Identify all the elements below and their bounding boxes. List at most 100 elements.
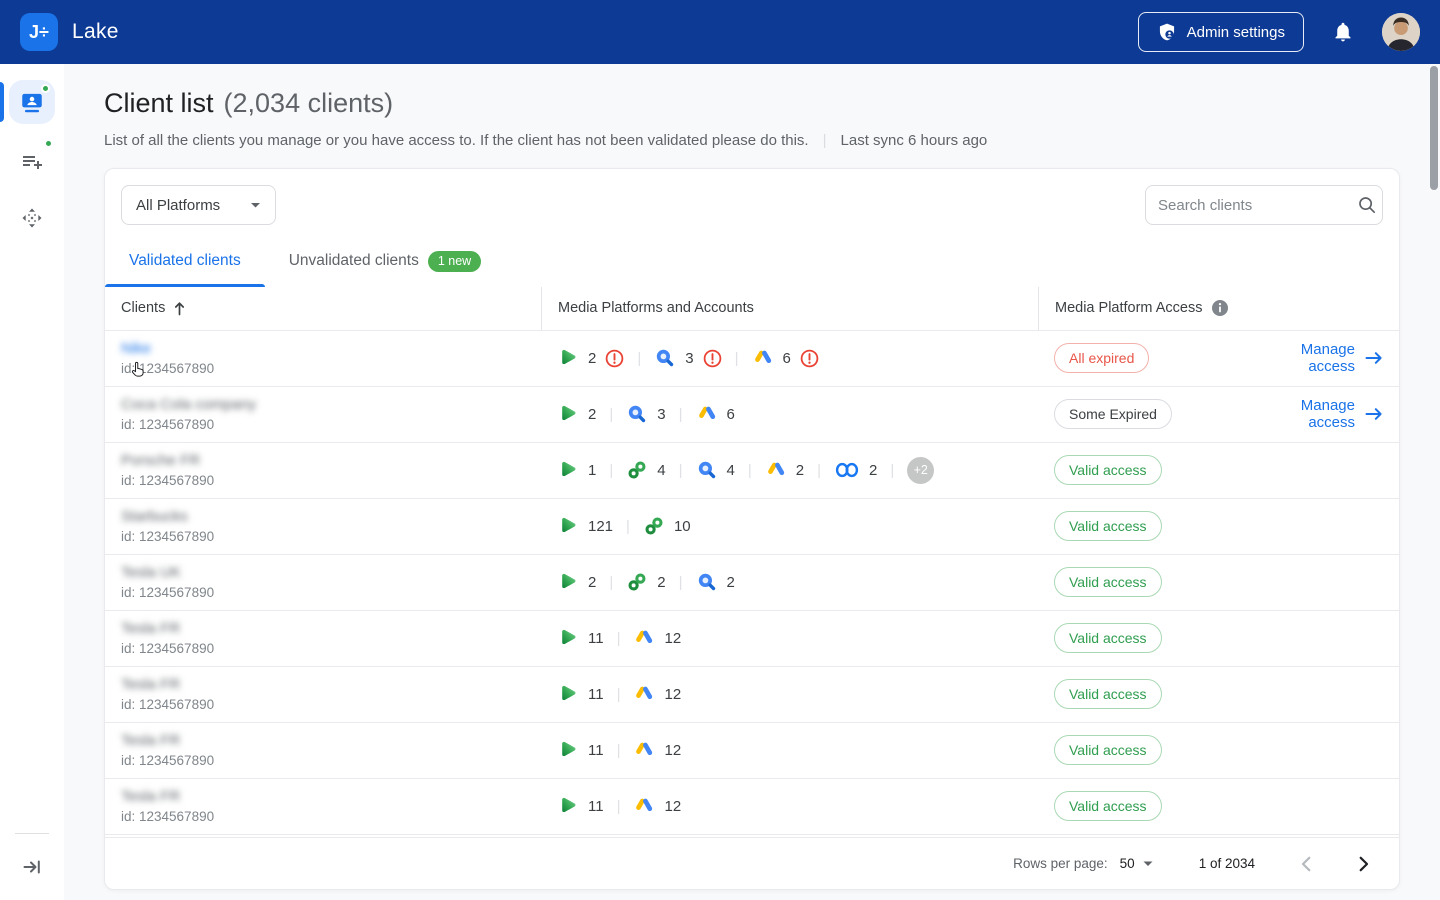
user-avatar[interactable] — [1382, 13, 1420, 51]
platforms-cell: 1|4|4|2|2|+2 — [541, 457, 1038, 484]
separator: | — [617, 798, 621, 815]
manage-access-link[interactable]: Manage access — [1264, 397, 1383, 431]
admin-settings-button[interactable]: Admin settings — [1138, 12, 1304, 52]
warning-icon — [800, 349, 819, 368]
table-row: Nikeid: 12345678902|3|6All expiredManage… — [105, 331, 1399, 387]
client-id: id: 1234567890 — [121, 417, 541, 432]
client-name-link[interactable]: Starbucks — [121, 508, 188, 525]
separator: | — [735, 350, 739, 367]
manage-access-label: Manage access — [1264, 341, 1355, 375]
warning-icon — [703, 349, 722, 368]
next-page-button[interactable] — [1359, 856, 1369, 872]
manage-access-link[interactable]: Manage access — [1264, 341, 1383, 375]
platform-group: 2 — [626, 571, 665, 593]
platforms-cell: 2|2|2 — [541, 571, 1038, 593]
client-name-link[interactable]: Tesla FR — [121, 676, 180, 693]
access-cell: Valid access — [1038, 791, 1264, 821]
tab-unvalidated-clients[interactable]: Unvalidated clients 1 new — [265, 237, 505, 287]
rows-per-page-label: Rows per page: — [1013, 856, 1108, 871]
client-cell: Starbucks id: 1234567890 — [121, 508, 541, 544]
client-name-link[interactable]: Tesla FR — [121, 788, 180, 805]
more-platforms-badge[interactable]: +2 — [907, 457, 934, 484]
brand-home-link[interactable]: J÷ Lake — [20, 13, 119, 51]
client-cell: Coca Cola company id: 1234567890 — [121, 396, 541, 432]
rows-per-page-value: 50 — [1120, 856, 1135, 871]
platforms-cell: 11|12 — [541, 739, 1038, 761]
client-id: id: 1234567890 — [121, 697, 541, 712]
app-name: Lake — [72, 20, 119, 44]
client-name-link[interactable]: Porsche FR — [121, 452, 200, 469]
account-count: 4 — [727, 462, 735, 479]
platform-group: 11 — [557, 627, 604, 649]
platforms-cell: 11|12 — [541, 683, 1038, 705]
rows-per-page-select[interactable]: 50 — [1120, 856, 1153, 871]
tab-label: Validated clients — [129, 252, 241, 270]
warning-icon — [605, 349, 624, 368]
sidebar-item-add-list[interactable] — [9, 138, 55, 182]
sidebar-item-move[interactable] — [9, 196, 55, 240]
client-cell: Tesla FRid: 1234567890 — [121, 620, 541, 656]
account-count: 121 — [588, 518, 613, 535]
platform-filter-value: All Platforms — [136, 197, 220, 214]
separator: | — [609, 462, 613, 479]
cm360-icon — [643, 515, 665, 537]
account-count: 11 — [588, 798, 604, 815]
table-body: Nike id: 1234567890 2 | 3 | 6 All expired Manage… — [105, 331, 1399, 835]
account-count: 6 — [727, 406, 735, 423]
platforms-cell: 11|12 — [541, 627, 1038, 649]
client-name-link[interactable]: Tesla FR — [121, 732, 180, 749]
table-row: Tesla FRid: 123456789011|12Valid access — [105, 611, 1399, 667]
arrow-right-icon — [1365, 351, 1383, 365]
notifications-bell-icon[interactable] — [1332, 21, 1354, 43]
last-sync-status: Last sync 6 hours ago — [841, 132, 988, 149]
notification-dot — [41, 84, 50, 93]
account-count: 12 — [664, 630, 681, 647]
separator: | — [637, 350, 641, 367]
account-count: 10 — [674, 518, 691, 535]
info-icon[interactable] — [1211, 299, 1229, 317]
scrollbar-thumb[interactable] — [1430, 66, 1438, 190]
account-count: 2 — [796, 462, 804, 479]
tab-validated-clients[interactable]: Validated clients — [105, 237, 265, 287]
separator: | — [890, 462, 894, 479]
client-name-link[interactable]: Tesla UK — [121, 564, 181, 581]
account-count: 11 — [588, 742, 604, 759]
sidebar-item-clients[interactable] — [9, 80, 55, 124]
client-count: (2,034 clients) — [224, 88, 394, 119]
account-count: 12 — [664, 742, 681, 759]
client-id: id: 1234567890 — [121, 473, 541, 488]
platform-filter-select[interactable]: All Platforms — [121, 185, 276, 225]
account-count: 12 — [664, 686, 681, 703]
client-id: id: 1234567890 — [121, 529, 541, 544]
column-label: Clients — [121, 300, 165, 316]
search-input[interactable] — [1158, 197, 1357, 214]
table-footer: Rows per page: 50 1 of 2034 — [105, 837, 1399, 889]
account-count: 2 — [869, 462, 877, 479]
account-count: 3 — [657, 406, 665, 423]
access-status-badge: Valid access — [1054, 511, 1162, 541]
column-clients-sort[interactable]: Clients — [121, 300, 186, 316]
table-row: Tesla UKid: 12345678902|2|2Valid access — [105, 555, 1399, 611]
platform-group: 2 — [834, 461, 877, 479]
client-cell: Tesla UKid: 1234567890 — [121, 564, 541, 600]
account-count: 11 — [588, 686, 604, 703]
dv360-icon — [557, 571, 579, 593]
platforms-cell: 11|12 — [541, 795, 1038, 817]
tab-label: Unvalidated clients — [289, 252, 419, 270]
client-name-link[interactable]: Coca Cola company — [121, 396, 256, 413]
previous-page-button[interactable] — [1301, 856, 1311, 872]
expand-sidebar-icon[interactable] — [21, 856, 43, 878]
client-name-link[interactable]: Nike — [121, 340, 151, 357]
platforms-cell: 121|10 — [541, 515, 1038, 537]
dv360-icon — [557, 683, 579, 705]
cm360-icon — [626, 571, 648, 593]
account-count: 2 — [588, 350, 596, 367]
admin-settings-label: Admin settings — [1187, 24, 1285, 41]
search-icon — [1357, 195, 1377, 215]
client-name-link[interactable]: Tesla FR — [121, 620, 180, 637]
access-status-badge: All expired — [1054, 343, 1149, 373]
platform-group: 1 — [557, 459, 596, 481]
separator: | — [679, 406, 683, 423]
move-arrows-icon — [20, 206, 44, 230]
chevron-down-icon — [250, 202, 261, 209]
